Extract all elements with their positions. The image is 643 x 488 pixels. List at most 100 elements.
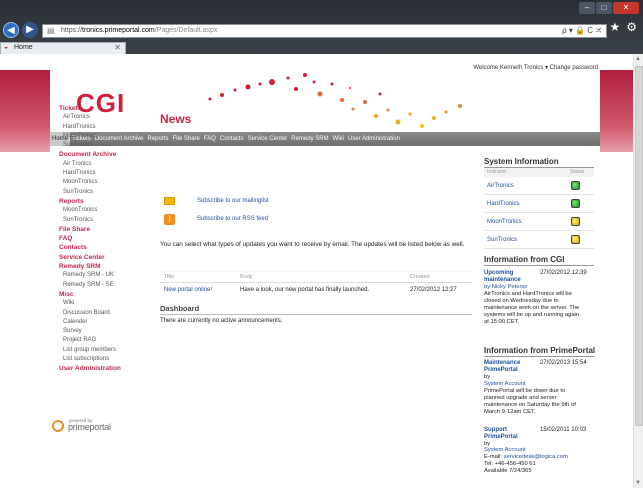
sidebar-item[interactable]: HardTronics [56,169,152,178]
address-bar[interactable]: ▤ https://tronics.primeportal.com/Pages/… [42,24,607,38]
sidebar-section[interactable]: Misc [56,290,152,299]
dashboard-announcements: There are currently no active announceme… [160,318,283,324]
sidebar-section[interactable]: Contacts [56,243,152,252]
sidebar-item[interactable]: Air Tronics [56,160,152,169]
subscribe-rss-link[interactable]: Subscribe to our RSS feed [197,216,268,222]
info-item-text-line: AirTronics and HardTronics will be [484,291,572,297]
back-icon[interactable]: ◀ [3,22,19,38]
sidebar-item[interactable]: SunTronics [56,216,152,225]
sidebar-item[interactable]: Remedy SRM - SE [56,281,152,290]
sidebar-item[interactable]: MoonTronics [56,132,152,141]
primeportal-logo-icon [52,420,64,432]
news-item-created: 27/02/2012 12:27 [410,287,457,293]
info-item-author[interactable]: System Account [484,381,594,388]
sidebar-section[interactable]: Remedy SRM [56,262,152,271]
news-table: Title Body Created New portal online! Ha… [160,271,472,297]
info-cgi-title-wrap: Information from CGI [484,255,594,266]
banner-stripe-left [0,70,50,152]
sidebar-section[interactable]: Reports [56,197,152,206]
system-status-row: AirTronics [484,177,594,195]
home-icon[interactable]: ⌂ [596,20,603,34]
sidebar-item[interactable]: HardTronics [56,123,152,132]
subscribe-mail-link[interactable]: Subscribe to our mailinglist [197,198,269,204]
nav-file-share[interactable]: File Share [171,132,202,146]
sidebar-item[interactable]: Discussion Board [56,309,152,318]
system-name-link[interactable]: MoonTronics [487,219,521,225]
nav-user-administration[interactable]: User Administration [346,132,402,146]
gear-icon[interactable]: ⚙ [626,20,637,34]
sidebar-item[interactable]: Project RAG [56,336,152,345]
col-created: Created [410,274,430,280]
news-item-body: Have a look, our new portal has finally … [240,287,370,293]
close-window-button[interactable]: ✕ [613,2,639,14]
system-info-title: System Information [484,157,594,168]
table-row: New portal online! Have a look, our new … [160,285,472,297]
info-item-text-line: closed on Wednesday due to [484,298,559,304]
sidebar-item[interactable]: SunTronics [56,188,152,197]
scroll-down-icon[interactable]: ▼ [635,480,641,486]
sidebar-item[interactable]: List subscriptions [56,355,152,364]
sidebar-section[interactable]: File Share [56,225,152,234]
system-name-link[interactable]: AirTronics [487,183,514,189]
nav-wiki[interactable]: Wiki [331,132,346,146]
sidebar-item[interactable]: Calender [56,318,152,327]
system-info-header: Indicator Status [484,168,594,177]
info-item-title[interactable]: Maintenance PrimePortal [484,360,536,374]
info-item-text-line: planned upgrade and server [484,395,557,401]
forward-icon[interactable]: ▶ [22,22,38,38]
info-item-author[interactable]: System Account [484,447,594,454]
sidebar-section[interactable]: FAQ [56,234,152,243]
support-email: E-mail: servicedesk@logica.com [484,454,568,460]
nav-faq[interactable]: FAQ [202,132,218,146]
news-table-header: Title Body Created [160,271,472,283]
scroll-up-icon[interactable]: ▲ [635,56,641,62]
info-item-author[interactable]: by Nicky Peterse [484,284,594,291]
info-item-text-line: maintenance on Saturday the 9th of [484,402,576,408]
system-status-row: HardTronics [484,195,594,213]
sidebar-item[interactable]: MoonTronics [56,178,152,187]
system-status-row: MoonTronics [484,213,594,231]
sidebar-item[interactable]: AirTronics [56,113,152,122]
minimize-button[interactable]: – [579,2,595,14]
sidebar-item[interactable]: Wiki [56,299,152,308]
welcome-user-menu[interactable]: Welcome Kenneth Tronics ▾ Change passwor… [473,64,598,71]
page-scrollbar[interactable]: ▲ ▼ [633,54,643,488]
col-status: Status [570,169,585,175]
info-item-text-line: maintenance work on the server. The [484,305,580,311]
support-availability: Available 7/24/365 [484,468,532,474]
sidebar-item[interactable]: Remedy SRM - UK [56,271,152,280]
sidebar-item[interactable]: Survey [56,327,152,336]
browser-tab[interactable]: ◒ Home ✕ [0,42,126,54]
nav-remedy-srm[interactable]: Remedy SRM [289,132,330,146]
support-email-link[interactable]: servicedesk@logica.com [504,454,568,460]
sidebar-section[interactable]: Service Center [56,253,152,262]
star-icon[interactable]: ★ [609,20,620,34]
status-light-icon [571,217,580,226]
nav-service-center[interactable]: Service Center [246,132,290,146]
info-item-text-line: March 9-12am CET. [484,409,536,415]
col-title: Title [164,274,175,280]
sidebar-section[interactable]: Tickets [56,104,152,113]
info-item-title[interactable]: Support PrimePortal [484,427,536,441]
nav-contacts[interactable]: Contacts [218,132,246,146]
cgi-favicon-icon: ◒ [4,44,9,51]
tab-title: Home [14,44,33,51]
info-item-title[interactable]: Upcoming maintenance [484,270,536,284]
news-item-title[interactable]: New portal online! [164,287,212,293]
info-item-date: 27/02/2013 15:54 [540,360,587,366]
info-item-text-line: at 15:00 CET. [484,319,520,325]
sidebar-item[interactable]: SunTronics [56,141,152,150]
sidebar-section[interactable]: User Administration [56,364,152,373]
banner-stripe-right [600,70,633,152]
sidebar-item[interactable]: List group members [56,346,152,355]
sidebar-section[interactable]: Document Archive [56,150,152,159]
powered-by-logo[interactable]: powered by primeportal [52,418,122,432]
maximize-button[interactable]: □ [596,2,612,14]
sidebar-item[interactable]: MoonTronics [56,206,152,215]
system-name-link[interactable]: HardTronics [487,201,519,207]
system-name-link[interactable]: SunTronics [487,237,517,243]
scroll-thumb[interactable] [635,66,643,426]
tab-close-icon[interactable]: ✕ [114,43,121,52]
info-item-date: 15/02/2011 10:03 [540,427,587,433]
window-controls: – □ ✕ [579,2,639,14]
